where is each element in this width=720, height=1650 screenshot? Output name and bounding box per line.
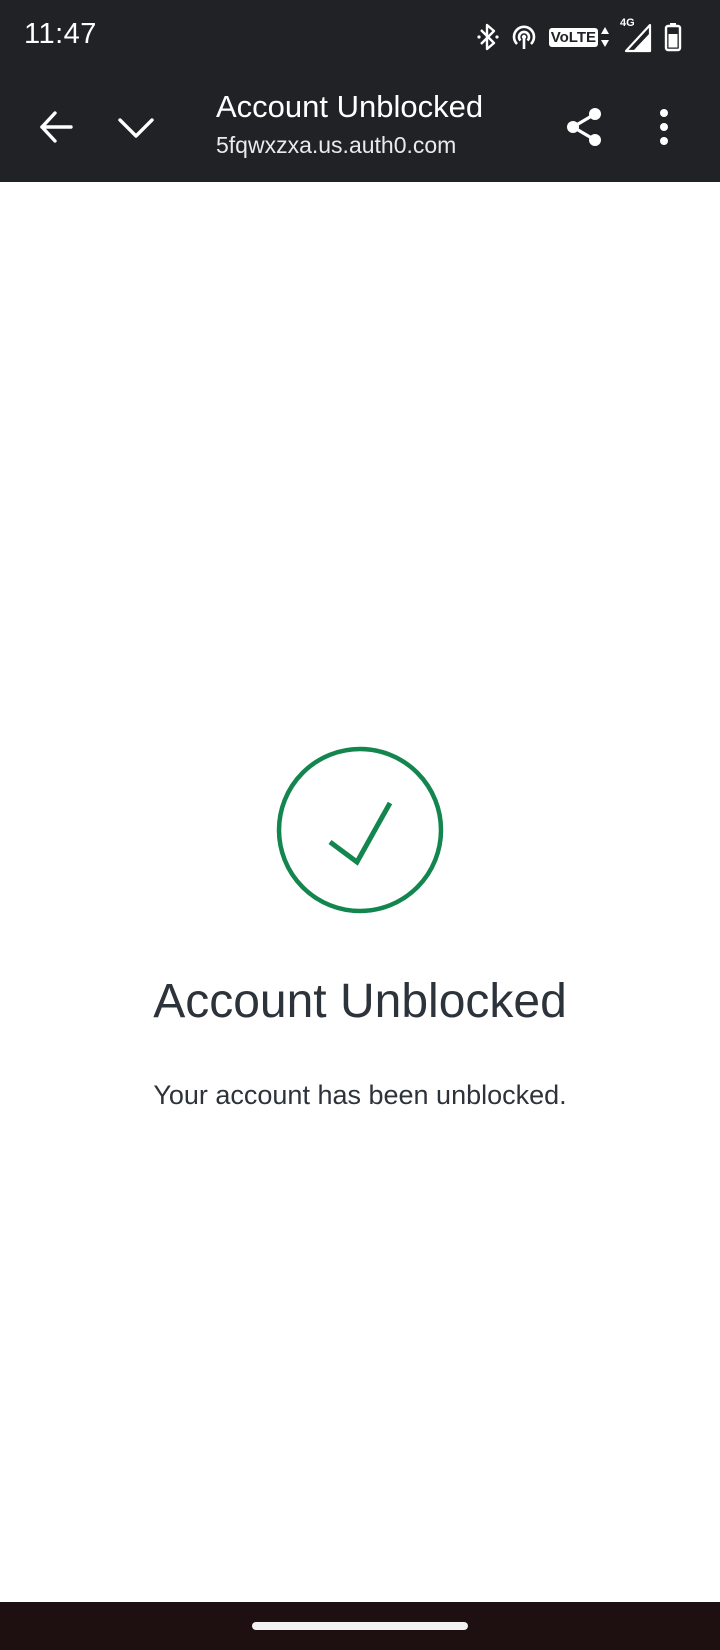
page-url: 5fqwxzxa.us.auth0.com <box>216 132 457 158</box>
bluetooth-icon <box>477 22 499 52</box>
volte-label: VoLTE <box>548 27 598 47</box>
page-content: Account Unblocked Your account has been … <box>0 182 720 1602</box>
home-gesture-handle[interactable] <box>252 1622 468 1630</box>
toolbar-title-block: Account Unblocked 5fqwxzxa.us.auth0.com <box>216 88 536 160</box>
status-time: 11:47 <box>24 18 97 50</box>
screen: 11:47 VoLTE 4G Account Unblocked 5fqwxzx… <box>0 0 720 1650</box>
signal-icon: 4G <box>620 17 654 53</box>
volte-icon: VoLTE <box>548 26 610 48</box>
navigation-bar <box>0 1602 720 1650</box>
back-button[interactable] <box>28 99 84 155</box>
share-button[interactable] <box>556 99 612 155</box>
more-options-button[interactable] <box>636 99 692 155</box>
status-bar: 11:47 VoLTE 4G <box>0 0 720 72</box>
page-title: Account Unblocked <box>216 89 484 124</box>
share-icon <box>567 108 601 146</box>
chevron-down-icon <box>118 118 154 138</box>
status-icons: VoLTE 4G <box>477 17 682 56</box>
back-arrow-icon <box>40 111 73 143</box>
battery-icon <box>664 22 682 52</box>
result-title: Account Unblocked <box>153 975 567 1028</box>
more-vert-icon <box>660 109 668 145</box>
minimize-button[interactable] <box>108 99 164 155</box>
hotspot-icon <box>509 22 539 52</box>
check-circle-icon <box>275 745 445 915</box>
custom-tab-toolbar: Account Unblocked 5fqwxzxa.us.auth0.com <box>0 72 720 182</box>
result-description: Your account has been unblocked. <box>153 1080 567 1110</box>
